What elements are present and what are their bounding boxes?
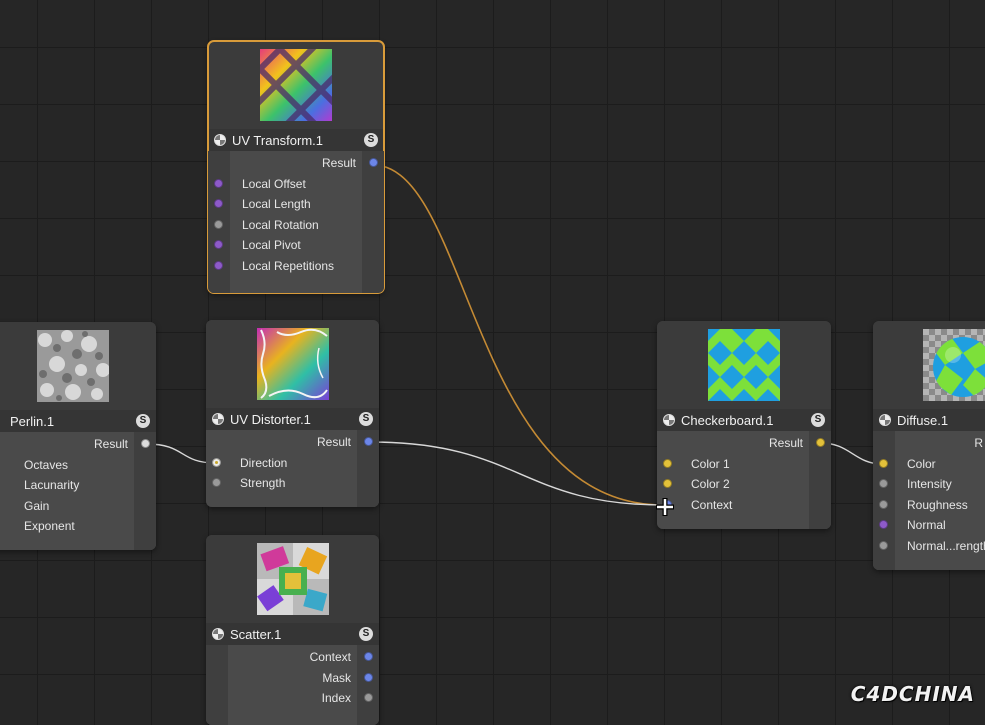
node-ports: Result Color 1 Color 2 Context [657,431,831,529]
node-header[interactable]: Perlin.1 S [0,410,156,432]
port-row-local-offset: Local Offset [208,174,384,195]
node-header[interactable]: Diffuse.1 [873,409,985,431]
input-port-intensity[interactable] [879,479,888,488]
node-preview [873,321,985,409]
port-row-result: Result [0,434,156,455]
port-row-mask: Mask [206,668,379,689]
node-preview [657,321,831,409]
port-row-local-length: Local Length [208,194,384,215]
input-port-normal-strength[interactable] [879,540,888,550]
wire-uvtransform-to-checkerboard-context[interactable] [372,164,664,506]
shader-node-icon [212,413,224,425]
input-port-local-offset[interactable] [214,178,223,188]
input-port-index[interactable] [364,693,373,702]
shader-node-icon [663,414,675,426]
port-row-local-rotation: Local Rotation [208,215,384,236]
input-port-strength[interactable] [212,478,221,487]
input-port-context[interactable] [364,652,373,661]
node-preview [208,41,384,129]
node-header[interactable]: Checkerboard.1 S [657,409,831,431]
wire-perlin-to-uvdistorter-direction[interactable] [146,443,216,464]
node-header[interactable]: UV Distorter.1 S [206,408,379,430]
output-port-result[interactable] [369,158,378,167]
node-title: UV Transform.1 [232,132,324,148]
node-header[interactable]: Scatter.1 S [206,623,379,645]
input-port-local-length[interactable] [214,199,223,208]
node-preview [206,320,379,408]
port-row-octaves: Octaves [24,457,69,472]
node-checkerboard[interactable]: Checkerboard.1 S Result Color 1 Color 2 … [657,321,831,529]
uv-distorter-preview-image [256,328,329,400]
node-uv-transform[interactable]: UV Transform.1 S Result Local Offset Loc… [207,40,385,294]
wire-uvdistorter-to-checkerboard-context[interactable] [369,441,664,506]
node-ports: Result Direction Strength [206,430,379,507]
input-port-color-1[interactable] [663,458,672,468]
port-row-exponent: Exponent [24,519,75,533]
input-port-color[interactable] [879,458,888,468]
uv-transform-preview-image [260,49,332,121]
input-port-roughness[interactable] [879,499,888,509]
node-ports: Result Octaves Lacunarity Gain Exponent [0,432,156,550]
perlin-preview-image [37,330,109,402]
watermark-logo: C4DCHINA [850,682,975,706]
port-row-gain: Gain [24,498,50,513]
input-port-local-rotation[interactable] [214,219,223,229]
shader-node-icon [879,414,891,426]
solo-badge-icon[interactable]: S [359,627,373,641]
shader-node-icon [214,134,226,146]
port-row-direction: Direction [206,453,379,474]
solo-badge-icon[interactable]: S [136,414,150,428]
node-diffuse[interactable]: Diffuse.1 R Color Intensity Roughness No… [873,321,985,570]
diffuse-preview-image [923,329,985,401]
node-uv-distorter[interactable]: UV Distorter.1 S Result Direction Streng… [206,320,379,507]
crosshair-cursor-icon [656,498,674,516]
port-row-context: Context [206,647,379,668]
input-port-mask[interactable] [364,672,373,682]
port-row-result: Result [208,153,384,174]
port-row-roughness: Roughness [873,495,985,516]
node-header[interactable]: UV Transform.1 S [208,129,384,151]
node-perlin[interactable]: Perlin.1 S Result Octaves Lacunarity Gai… [0,322,156,550]
input-port-color-2[interactable] [663,479,672,488]
node-title: Scatter.1 [230,626,282,642]
output-port-result[interactable] [364,437,373,446]
solo-badge-icon[interactable]: S [359,412,373,426]
port-row-local-repetitions: Local Repetitions [208,256,384,277]
input-port-local-pivot[interactable] [214,240,223,249]
port-row-color-1: Color 1 [657,454,831,475]
input-port-normal[interactable] [879,520,888,529]
node-title: UV Distorter.1 [230,411,311,427]
checkerboard-preview-image [708,329,780,401]
solo-badge-icon[interactable]: S [364,133,378,147]
solo-badge-icon[interactable]: S [811,413,825,427]
node-ports: Context Mask Index [206,645,379,725]
port-row-result: R [974,436,983,450]
port-row-local-pivot: Local Pivot [208,235,384,256]
port-row-result: Result [657,433,831,454]
port-row-normal: Normal [873,515,985,536]
port-row-strength: Strength [206,473,379,494]
scatter-preview-image [256,543,329,615]
shader-node-icon [212,628,224,640]
node-title: Checkerboard.1 [681,412,774,428]
port-row-color-2: Color 2 [657,474,831,495]
node-ports: Result Local Offset Local Length Local R… [208,151,384,293]
port-row-normal-strength: Normal...rength [873,536,985,557]
port-row-result: Result [206,432,379,453]
port-row-intensity: Intensity [873,474,985,495]
node-title: Perlin.1 [10,413,55,429]
node-scatter[interactable]: Scatter.1 S Context Mask Index [206,535,379,725]
port-row-color: Color [873,454,985,475]
node-preview [0,322,156,410]
output-port-result[interactable] [141,439,150,448]
node-ports: R Color Intensity Roughness Normal Norma… [873,431,985,570]
port-row-lacunarity: Lacunarity [24,478,80,492]
port-row-index: Index [206,688,379,709]
input-port-direction[interactable] [212,457,221,467]
node-preview [206,535,379,623]
input-port-local-repetitions[interactable] [214,260,223,270]
port-row-context: Context [657,495,831,516]
output-port-result[interactable] [816,438,825,447]
node-title: Diffuse.1 [897,412,949,428]
